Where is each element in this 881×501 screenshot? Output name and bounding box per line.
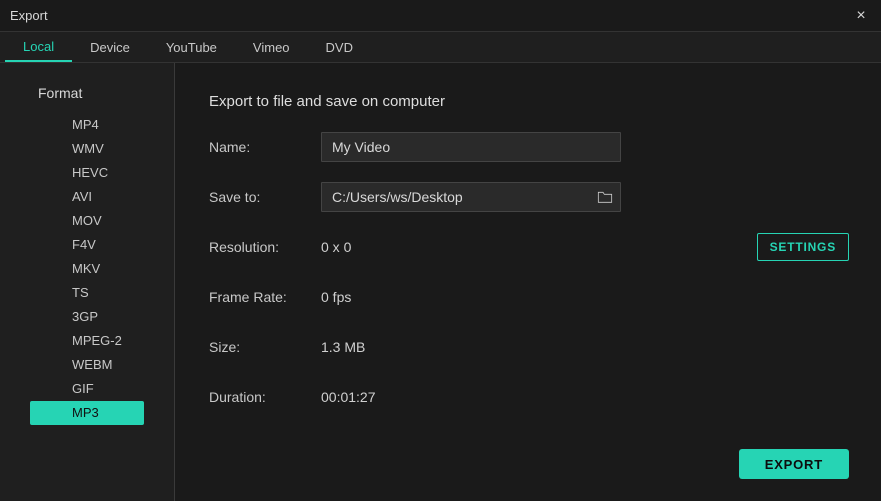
tab-local[interactable]: Local xyxy=(5,32,72,62)
label-resolution: Resolution: xyxy=(209,239,321,255)
value-duration: 00:01:27 xyxy=(321,389,376,405)
folder-icon[interactable] xyxy=(590,183,620,211)
main-panel: Export to file and save on computer Name… xyxy=(175,63,881,501)
format-item-mkv[interactable]: MKV xyxy=(30,257,144,281)
format-item-f4v[interactable]: F4V xyxy=(30,233,144,257)
tab-bar: Local Device YouTube Vimeo DVD xyxy=(0,31,881,63)
main-heading: Export to file and save on computer xyxy=(209,93,849,110)
save-to-input[interactable] xyxy=(322,183,590,211)
format-item-gif[interactable]: GIF xyxy=(30,377,144,401)
window-title: Export xyxy=(10,8,48,23)
sidebar-heading: Format xyxy=(0,85,174,113)
format-item-hevc[interactable]: HEVC xyxy=(30,161,144,185)
label-save-to: Save to: xyxy=(209,189,321,205)
value-size: 1.3 MB xyxy=(321,339,365,355)
close-icon[interactable]: × xyxy=(851,7,871,25)
sidebar: Format MP4 WMV HEVC AVI MOV F4V MKV TS 3… xyxy=(0,63,175,501)
format-item-mpeg2[interactable]: MPEG-2 xyxy=(30,329,144,353)
export-button[interactable]: EXPORT xyxy=(739,449,849,479)
format-item-avi[interactable]: AVI xyxy=(30,185,144,209)
format-item-mov[interactable]: MOV xyxy=(30,209,144,233)
tab-device[interactable]: Device xyxy=(72,32,148,62)
format-list: MP4 WMV HEVC AVI MOV F4V MKV TS 3GP MPEG… xyxy=(0,113,174,425)
label-name: Name: xyxy=(209,139,321,155)
format-item-webm[interactable]: WEBM xyxy=(30,353,144,377)
format-item-mp4[interactable]: MP4 xyxy=(30,113,144,137)
label-size: Size: xyxy=(209,339,321,355)
titlebar: Export × xyxy=(0,0,881,31)
name-input[interactable] xyxy=(321,132,621,162)
value-resolution: 0 x 0 xyxy=(321,239,351,255)
label-duration: Duration: xyxy=(209,389,321,405)
format-item-3gp[interactable]: 3GP xyxy=(30,305,144,329)
format-item-wmv[interactable]: WMV xyxy=(30,137,144,161)
format-item-ts[interactable]: TS xyxy=(30,281,144,305)
label-frame-rate: Frame Rate: xyxy=(209,289,321,305)
save-to-wrap xyxy=(321,182,621,212)
tab-dvd[interactable]: DVD xyxy=(308,32,371,62)
format-item-mp3[interactable]: MP3 xyxy=(30,401,144,425)
tab-vimeo[interactable]: Vimeo xyxy=(235,32,308,62)
value-frame-rate: 0 fps xyxy=(321,289,351,305)
settings-button[interactable]: SETTINGS xyxy=(757,233,849,261)
tab-youtube[interactable]: YouTube xyxy=(148,32,235,62)
